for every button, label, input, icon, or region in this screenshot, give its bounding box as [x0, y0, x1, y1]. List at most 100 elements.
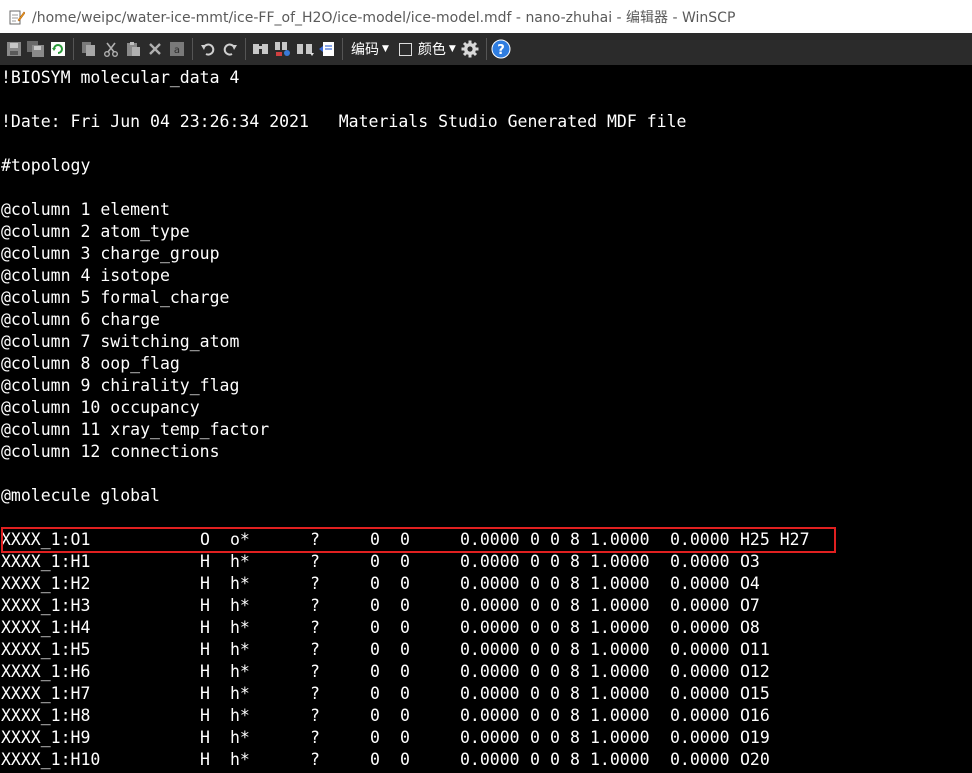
- atom-switch-cell: 0: [530, 596, 540, 615]
- atom-group-cell: ?: [310, 662, 320, 681]
- atom-conn-cell: O12: [740, 662, 770, 681]
- atom-type-cell: h*: [230, 618, 250, 637]
- find-next-icon[interactable]: [294, 38, 315, 60]
- editor-line: #topology: [1, 156, 91, 175]
- atom-switch-cell: 0: [530, 640, 540, 659]
- atom-isotope-cell: 0: [370, 618, 380, 637]
- atom-xray-cell: 0.0000: [670, 706, 730, 725]
- editor-line: @column 9 chirality_flag: [1, 376, 240, 395]
- atom-charge-cell: 0.0000: [460, 706, 520, 725]
- atom-occ-cell: 1.0000: [590, 640, 650, 659]
- reload-icon[interactable]: [47, 38, 68, 60]
- delete-icon[interactable]: [144, 38, 165, 60]
- atom-oop-cell: 0: [550, 596, 560, 615]
- atom-group-cell: ?: [310, 640, 320, 659]
- toolbar-separator: [192, 38, 193, 60]
- atom-isotope-cell: 0: [370, 750, 380, 769]
- color-checkbox[interactable]: [398, 42, 412, 56]
- atom-type-cell: h*: [230, 684, 250, 703]
- atom-switch-cell: 0: [530, 684, 540, 703]
- select-all-icon[interactable]: a: [166, 38, 187, 60]
- atom-name-cell: XXXX_1:H8: [1, 706, 91, 725]
- atom-xray-cell: 0.0000: [670, 618, 730, 637]
- atom-row: XXXX_1:H5 Hh*? 0 0 0.0000 0 0 8 1.0000 0.0000 O11: [0, 639, 972, 661]
- toolbar-separator: [485, 38, 487, 60]
- atom-switch-cell: 0: [530, 728, 540, 747]
- atom-conn-cell: O19: [740, 728, 770, 747]
- copy-icon[interactable]: [78, 38, 99, 60]
- atom-formal-cell: 0: [400, 750, 410, 769]
- atom-formal-cell: 0: [400, 596, 410, 615]
- atom-oop-cell: 0: [550, 574, 560, 593]
- encoding-menu[interactable]: 编码 ▼: [351, 39, 389, 59]
- chevron-down-icon: ▼: [382, 44, 389, 54]
- find-icon[interactable]: [250, 38, 271, 60]
- atom-oop-cell: 0: [550, 706, 560, 725]
- atom-oop-cell: 0: [550, 662, 560, 681]
- atom-oop-cell: 0: [550, 618, 560, 637]
- save-all-icon[interactable]: [25, 38, 46, 60]
- editor-line: !BIOSYM molecular_data 4: [1, 68, 240, 87]
- atom-oop-cell: 0: [550, 552, 560, 571]
- atom-conn-cell: O16: [740, 706, 770, 725]
- atom-charge-cell: 0.0000: [460, 574, 520, 593]
- atom-chir-cell: 8: [570, 662, 580, 681]
- atom-name-cell: XXXX_1:H6: [1, 662, 91, 681]
- editor-line: @column 2 atom_type: [1, 222, 190, 241]
- atom-isotope-cell: 0: [370, 684, 380, 703]
- redo-icon[interactable]: [219, 38, 240, 60]
- atom-xray-cell: 0.0000: [670, 574, 730, 593]
- atom-switch-cell: 0: [530, 552, 540, 571]
- help-icon[interactable]: ?: [491, 38, 512, 60]
- atom-chir-cell: 8: [570, 640, 580, 659]
- encoding-label: 编码: [351, 42, 379, 58]
- atom-group-cell: ?: [310, 574, 320, 593]
- replace-icon[interactable]: [272, 38, 293, 60]
- window-title: /home/weipc/water-ice-mmt/ice-FF_of_H2O/…: [32, 9, 736, 26]
- atom-element-cell: H: [200, 728, 210, 747]
- editor-line: @column 4 isotope: [1, 266, 170, 285]
- atom-element-cell: H: [200, 640, 210, 659]
- atom-chir-cell: 8: [570, 728, 580, 747]
- atom-formal-cell: 0: [400, 706, 410, 725]
- atom-oop-cell: 0: [550, 728, 560, 747]
- atom-group-cell: ?: [310, 618, 320, 637]
- atom-element-cell: H: [200, 552, 210, 571]
- goto-line-icon[interactable]: [316, 38, 337, 60]
- atom-formal-cell: 0: [400, 552, 410, 571]
- atom-chir-cell: 8: [570, 750, 580, 769]
- color-menu[interactable]: 颜色 ▼: [418, 39, 456, 59]
- editor-toolbar: a 编码 ▼ 颜色 ▼ ?: [0, 33, 972, 65]
- atom-formal-cell: 0: [400, 640, 410, 659]
- atom-xray-cell: 0.0000: [670, 750, 730, 769]
- atom-group-cell: ?: [310, 706, 320, 725]
- editor-line: @column 8 oop_flag: [1, 354, 180, 373]
- undo-icon[interactable]: [197, 38, 218, 60]
- settings-icon[interactable]: [460, 38, 481, 60]
- atom-occ-cell: 1.0000: [590, 662, 650, 681]
- editor-line: @column 12 connections: [1, 442, 220, 461]
- color-label: 颜色: [417, 42, 446, 58]
- atom-isotope-cell: 0: [370, 596, 380, 615]
- atom-oop-cell: 0: [550, 750, 560, 769]
- atom-switch-cell: 0: [530, 574, 540, 593]
- atom-type-cell: h*: [230, 552, 250, 571]
- atom-formal-cell: 0: [400, 728, 410, 747]
- atom-row: XXXX_1:H3 Hh*? 0 0 0.0000 0 0 8 1.0000 0.0000 O7: [0, 595, 972, 617]
- atom-charge-cell: 0.0000: [460, 552, 520, 571]
- atom-row: XXXX_1:H2 Hh*? 0 0 0.0000 0 0 8 1.0000 0.0000 O4: [0, 573, 972, 595]
- atom-charge-cell: 0.0000: [460, 640, 520, 659]
- atom-occ-cell: 1.0000: [590, 728, 650, 747]
- save-icon[interactable]: [3, 38, 24, 60]
- atom-name-cell: XXXX_1:H2: [1, 574, 91, 593]
- text-editor[interactable]: !BIOSYM molecular_data 4 !Date: Fri Jun 0…: [0, 66, 972, 773]
- atom-row: XXXX_1:H9 Hh*? 0 0 0.0000 0 0 8 1.0000 0.0000 O19: [0, 727, 972, 749]
- cut-icon[interactable]: [100, 38, 121, 60]
- atom-element-cell: H: [200, 706, 210, 725]
- atom-chir-cell: 8: [570, 552, 580, 571]
- atom-isotope-cell: 0: [370, 706, 380, 725]
- atom-element-cell: H: [200, 662, 210, 681]
- title-bar: /home/weipc/water-ice-mmt/ice-FF_of_H2O/…: [0, 0, 972, 33]
- toolbar-separator: [342, 38, 343, 60]
- paste-icon[interactable]: [122, 38, 143, 60]
